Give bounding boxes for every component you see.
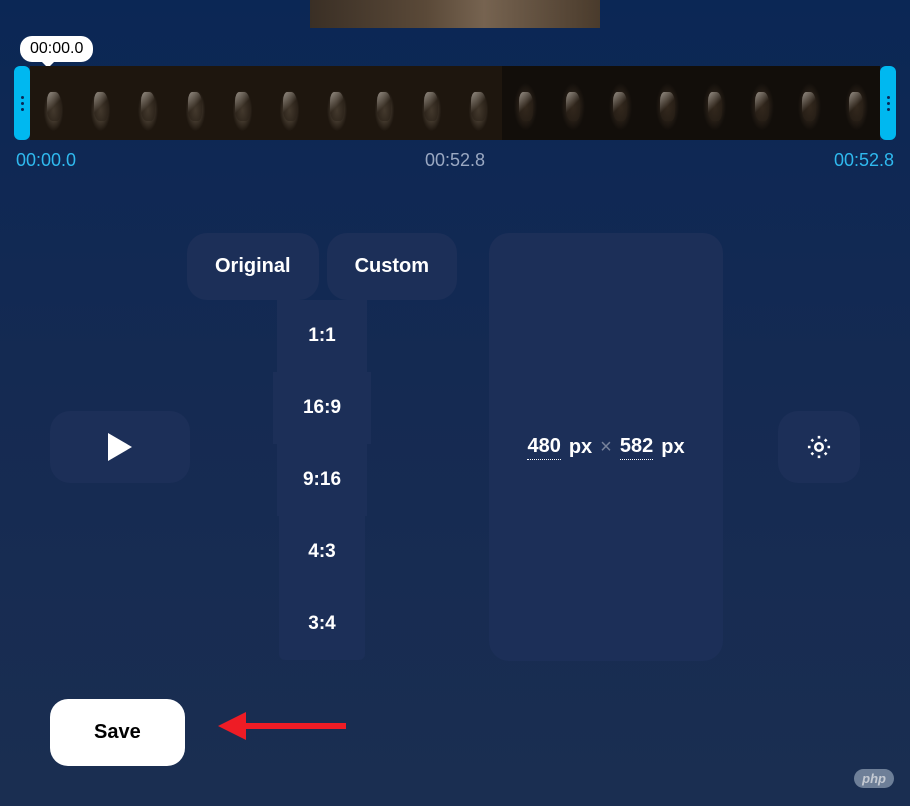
ratio-9-16[interactable]: 9:16	[277, 444, 367, 516]
timeline-frame	[219, 66, 266, 140]
time-label-start: 00:00.0	[16, 150, 76, 171]
play-icon	[108, 433, 132, 461]
dimensions-panel: 480 px × 582 px	[489, 233, 723, 661]
watermark: php	[854, 769, 900, 788]
aspect-ratio-column: Original Custom 1:1 16:9 9:16 4:3 3:4	[187, 233, 457, 660]
trim-handle-left[interactable]	[14, 66, 30, 140]
gear-icon	[805, 433, 833, 461]
dimension-unit: px	[661, 436, 684, 459]
ratio-3-4[interactable]: 3:4	[279, 588, 365, 660]
ratio-16-9[interactable]: 16:9	[273, 372, 371, 444]
timeline-frame	[408, 66, 455, 140]
dimension-height[interactable]: 582	[620, 435, 653, 460]
time-label-end: 00:52.8	[834, 150, 894, 171]
timeline-frame	[738, 66, 785, 140]
timeline-frame	[361, 66, 408, 140]
timeline-frame	[644, 66, 691, 140]
annotation-arrow-icon	[218, 706, 348, 746]
timeline-frame	[266, 66, 313, 140]
ratio-1-1[interactable]: 1:1	[277, 300, 367, 372]
timeline-frame	[597, 66, 644, 140]
time-label-mid: 00:52.8	[425, 150, 485, 171]
watermark-pill: php	[854, 769, 894, 788]
timeline-frame	[313, 66, 360, 140]
dimension-width[interactable]: 480	[527, 435, 560, 460]
timeline-frame	[77, 66, 124, 140]
timeline-frame	[833, 66, 880, 140]
timeline-frame	[502, 66, 549, 140]
tab-custom[interactable]: Custom	[327, 233, 457, 300]
aspect-tabs: Original Custom	[187, 233, 457, 300]
video-preview-frame	[310, 0, 600, 28]
timeline-frame	[786, 66, 833, 140]
timeline-area: 00:00.0 00:00.0	[0, 66, 910, 171]
video-preview-strip	[0, 0, 910, 28]
timeline-frame	[172, 66, 219, 140]
playhead-time-tooltip: 00:00.0	[20, 36, 93, 62]
timeline-frame	[549, 66, 596, 140]
controls-row: Original Custom 1:1 16:9 9:16 4:3 3:4 48…	[0, 233, 910, 661]
settings-button[interactable]	[778, 411, 860, 483]
timeline-frame	[691, 66, 738, 140]
save-button[interactable]: Save	[50, 699, 185, 766]
timeline-frame	[30, 66, 77, 140]
dimension-separator: ×	[600, 436, 612, 459]
dimension-unit: px	[569, 436, 592, 459]
timeline-frames[interactable]	[30, 66, 880, 140]
ratio-list: 1:1 16:9 9:16 4:3 3:4	[273, 300, 371, 660]
timeline-frame	[124, 66, 171, 140]
time-labels: 00:00.0 00:52.8 00:52.8	[14, 150, 896, 171]
timeline[interactable]	[14, 66, 896, 140]
trim-handle-right[interactable]	[880, 66, 896, 140]
tab-original[interactable]: Original	[187, 233, 319, 300]
ratio-4-3[interactable]: 4:3	[279, 516, 365, 588]
play-button[interactable]	[50, 411, 190, 483]
timeline-frame	[455, 66, 502, 140]
